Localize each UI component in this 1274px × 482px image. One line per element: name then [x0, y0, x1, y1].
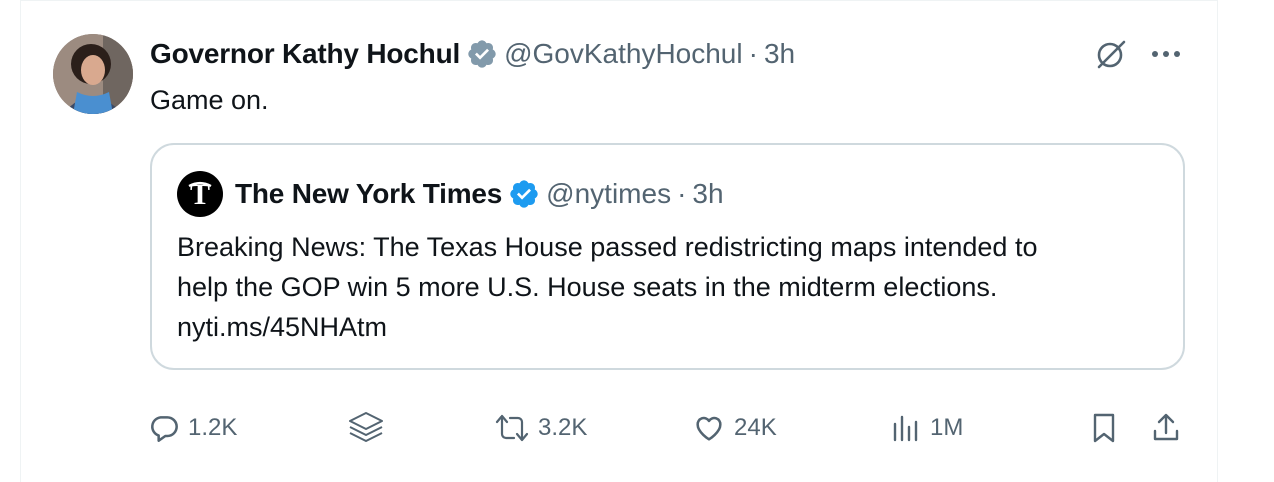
- quoted-tweet-time[interactable]: 3h: [692, 178, 723, 210]
- reply-count: 1.2K: [188, 414, 238, 441]
- like-count: 24K: [734, 414, 777, 441]
- verified-badge-icon: [508, 178, 540, 210]
- tweet-header: Governor Kathy Hochul @GovKathyHochul · …: [150, 34, 795, 74]
- tweet-text: Game on.: [150, 85, 269, 115]
- like-button[interactable]: 24K: [692, 408, 777, 448]
- quoted-author-handle[interactable]: @nytimes: [546, 178, 671, 210]
- separator-dot: ·: [748, 38, 758, 69]
- more-icon[interactable]: [1148, 36, 1184, 72]
- reply-button[interactable]: 1.2K: [148, 408, 237, 448]
- tweet-time[interactable]: 3h: [764, 38, 795, 70]
- author-name[interactable]: Governor Kathy Hochul: [150, 38, 460, 70]
- share-icon: [1150, 411, 1182, 445]
- quoted-text-line: Breaking News: The Texas House passed re…: [177, 232, 1038, 262]
- views-button[interactable]: 1M: [890, 408, 963, 448]
- repost-icon: [494, 412, 530, 444]
- author-avatar[interactable]: [53, 34, 133, 114]
- bookmark-button[interactable]: [1088, 408, 1120, 448]
- stack-icon: [346, 409, 386, 447]
- heart-icon: [692, 412, 726, 444]
- views-count: 1M: [930, 414, 964, 441]
- grok-icon[interactable]: [1094, 36, 1130, 72]
- author-handle[interactable]: @GovKathyHochul: [504, 38, 743, 70]
- quoted-author-name[interactable]: The New York Times: [235, 178, 502, 210]
- nyt-logo[interactable]: T: [177, 171, 223, 217]
- quoted-tweet-text: Breaking News: The Texas House passed re…: [177, 227, 1167, 347]
- stack-button[interactable]: [346, 408, 386, 448]
- separator-dot: ·: [677, 178, 687, 209]
- bookmark-icon: [1088, 411, 1120, 445]
- repost-count: 3.2K: [538, 414, 588, 441]
- views-icon: [890, 412, 922, 444]
- quoted-text-line: help the GOP win 5 more U.S. House seats…: [177, 272, 998, 302]
- repost-button[interactable]: 3.2K: [494, 408, 587, 448]
- reply-icon: [148, 412, 180, 444]
- quoted-tweet[interactable]: T The New York Times @nytimes · 3h Break…: [150, 143, 1185, 370]
- quoted-tweet-link[interactable]: nyti.ms/45NHAtm: [177, 307, 1167, 347]
- share-button[interactable]: [1150, 408, 1182, 448]
- verified-badge-icon: [466, 38, 498, 70]
- quoted-tweet-header: T The New York Times @nytimes · 3h: [177, 171, 724, 217]
